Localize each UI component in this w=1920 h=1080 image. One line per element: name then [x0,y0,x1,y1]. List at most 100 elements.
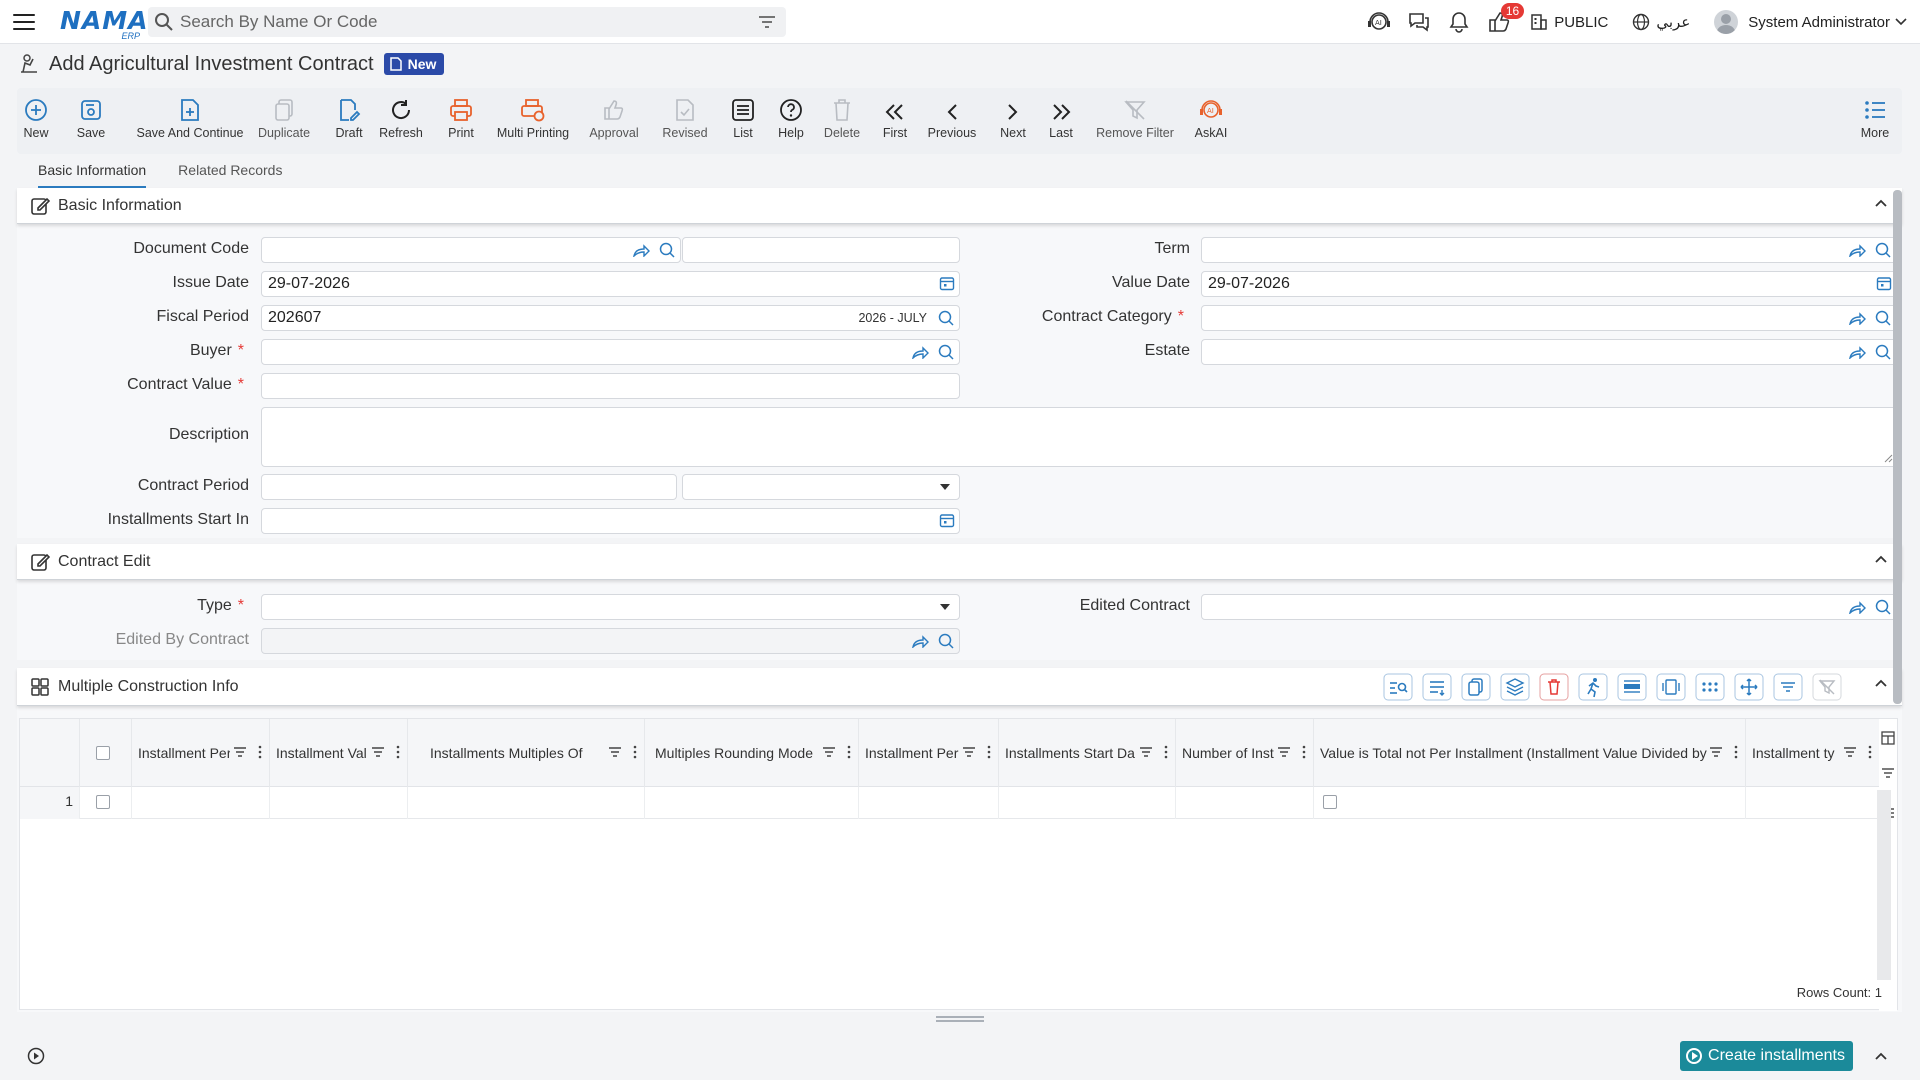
chevron-up-icon[interactable] [1874,198,1888,208]
column-menu-icon[interactable] [1161,745,1171,759]
column-header[interactable]: Installment Val [270,719,408,787]
basic-info-header[interactable]: Basic Information [17,188,1902,224]
value-is-total-checkbox[interactable] [1323,795,1337,809]
column-filter-icon[interactable] [822,746,836,758]
contract-category-field[interactable] [1201,305,1897,331]
construction-header[interactable]: Multiple Construction Info [17,668,1902,706]
copy-rows-icon[interactable] [1461,673,1491,701]
calendar-icon[interactable] [939,275,955,291]
list-button[interactable]: List [728,96,758,140]
chevron-up-icon[interactable] [1874,1051,1888,1061]
chevron-up-icon[interactable] [1874,554,1888,564]
filter-off-icon[interactable] [1812,673,1842,701]
fiscal-period-field[interactable]: 202607 2026 - JULY [261,305,960,331]
column-menu-icon[interactable] [255,745,265,759]
column-menu-icon[interactable] [630,745,640,759]
new-button[interactable]: New [20,96,52,140]
language-switch[interactable]: عربي [1656,13,1690,31]
more-button[interactable]: More [1857,96,1893,140]
description-textarea[interactable] [261,407,1897,467]
open-link-icon[interactable] [911,634,929,648]
open-link-icon[interactable] [1848,345,1866,359]
grid-scrollbar[interactable] [1877,790,1891,980]
table-cell[interactable] [1176,787,1314,819]
edited-contract-field[interactable] [1201,594,1897,620]
print-button[interactable]: Print [445,96,477,140]
ai-support-icon[interactable]: AI [1366,9,1392,35]
column-filter-icon[interactable] [371,746,385,758]
approval-button[interactable]: Approval [587,96,641,140]
column-menu-icon[interactable] [1865,745,1875,759]
duplicate-button[interactable]: Duplicate [256,96,312,140]
row-checkbox[interactable] [96,795,110,809]
delete-rows-icon[interactable] [1539,673,1569,701]
layers-icon[interactable] [1500,673,1530,701]
document-code-name-field[interactable] [682,237,960,263]
branch-label[interactable]: PUBLIC [1554,14,1608,31]
calendar-icon[interactable] [939,512,955,528]
column-menu-icon[interactable] [844,745,854,759]
column-menu-icon[interactable] [1299,745,1309,759]
remove-filter-button[interactable]: Remove Filter [1095,96,1175,140]
move-icon[interactable] [1734,673,1764,701]
lookup-search-icon[interactable] [1874,343,1892,361]
refresh-button[interactable]: Refresh [379,96,423,140]
last-button[interactable]: Last [1045,96,1077,140]
tasks-icon[interactable]: 16 [1486,3,1525,35]
column-menu-icon[interactable] [1731,745,1741,759]
column-filter-icon[interactable] [1277,746,1291,758]
save-and-continue-button[interactable]: Save And Continue [130,96,250,140]
menu-icon[interactable] [13,13,35,30]
user-menu[interactable]: System Administrator [1714,10,1908,34]
table-cell[interactable] [645,787,859,819]
insert-row-icon[interactable] [1617,673,1647,701]
column-filter-icon[interactable] [1709,746,1723,758]
term-field[interactable] [1201,237,1897,263]
tab-basic-information[interactable]: Basic Information [38,160,147,188]
table-cell[interactable] [859,787,999,819]
column-filter-icon[interactable] [608,746,622,758]
select-all-checkbox[interactable] [96,746,110,760]
add-rows-icon[interactable] [1422,673,1452,701]
lookup-search-icon[interactable] [1874,598,1892,616]
column-header[interactable]: Number of Inst [1176,719,1314,787]
issue-date-field[interactable]: 29-07-2026 [261,271,960,297]
edited-by-contract-field[interactable] [261,628,960,654]
value-date-field[interactable]: 29-07-2026 [1201,271,1897,297]
open-link-icon[interactable] [1848,600,1866,614]
column-menu-icon[interactable] [393,745,403,759]
table-cell[interactable] [1746,787,1880,819]
revised-button[interactable]: Revised [660,96,710,140]
table-cell[interactable] [1314,787,1746,819]
lookup-search-icon[interactable] [937,632,955,650]
filter-icon[interactable] [758,14,776,30]
play-circle-icon[interactable] [27,1047,45,1065]
filter-icon[interactable] [1773,673,1803,701]
contract-edit-header[interactable]: Contract Edit [17,544,1902,580]
create-installments-button[interactable]: Create installments [1680,1041,1853,1071]
column-filter-icon[interactable] [1139,746,1153,758]
column-header[interactable]: Value is Total not Per Installment (Inst… [1314,719,1746,787]
contract-value-field[interactable] [261,373,960,399]
document-code-field[interactable] [261,237,681,263]
run-icon[interactable] [1578,673,1608,701]
chevron-up-icon[interactable] [1874,678,1888,688]
column-header[interactable]: Installments Multiples Of [408,719,645,787]
type-select[interactable] [261,594,960,620]
bell-icon[interactable] [1446,9,1472,35]
save-button[interactable]: Save [75,96,107,140]
contract-period-unit-select[interactable] [682,474,960,500]
table-cell[interactable] [408,787,645,819]
column-filter-icon[interactable] [1843,746,1857,758]
open-link-icon[interactable] [1848,243,1866,257]
open-link-icon[interactable] [632,243,650,257]
open-link-icon[interactable] [1848,311,1866,325]
app-logo[interactable]: NAMA ERP [60,5,148,41]
resize-grip[interactable] [936,1016,984,1022]
page-scrollbar[interactable] [1893,190,1902,704]
next-button[interactable]: Next [997,96,1029,140]
column-header[interactable]: Installments Start Da [999,719,1176,787]
column-header[interactable]: Installment Per [132,719,270,787]
column-filter-icon[interactable] [962,746,976,758]
columns-icon[interactable] [1881,731,1895,745]
